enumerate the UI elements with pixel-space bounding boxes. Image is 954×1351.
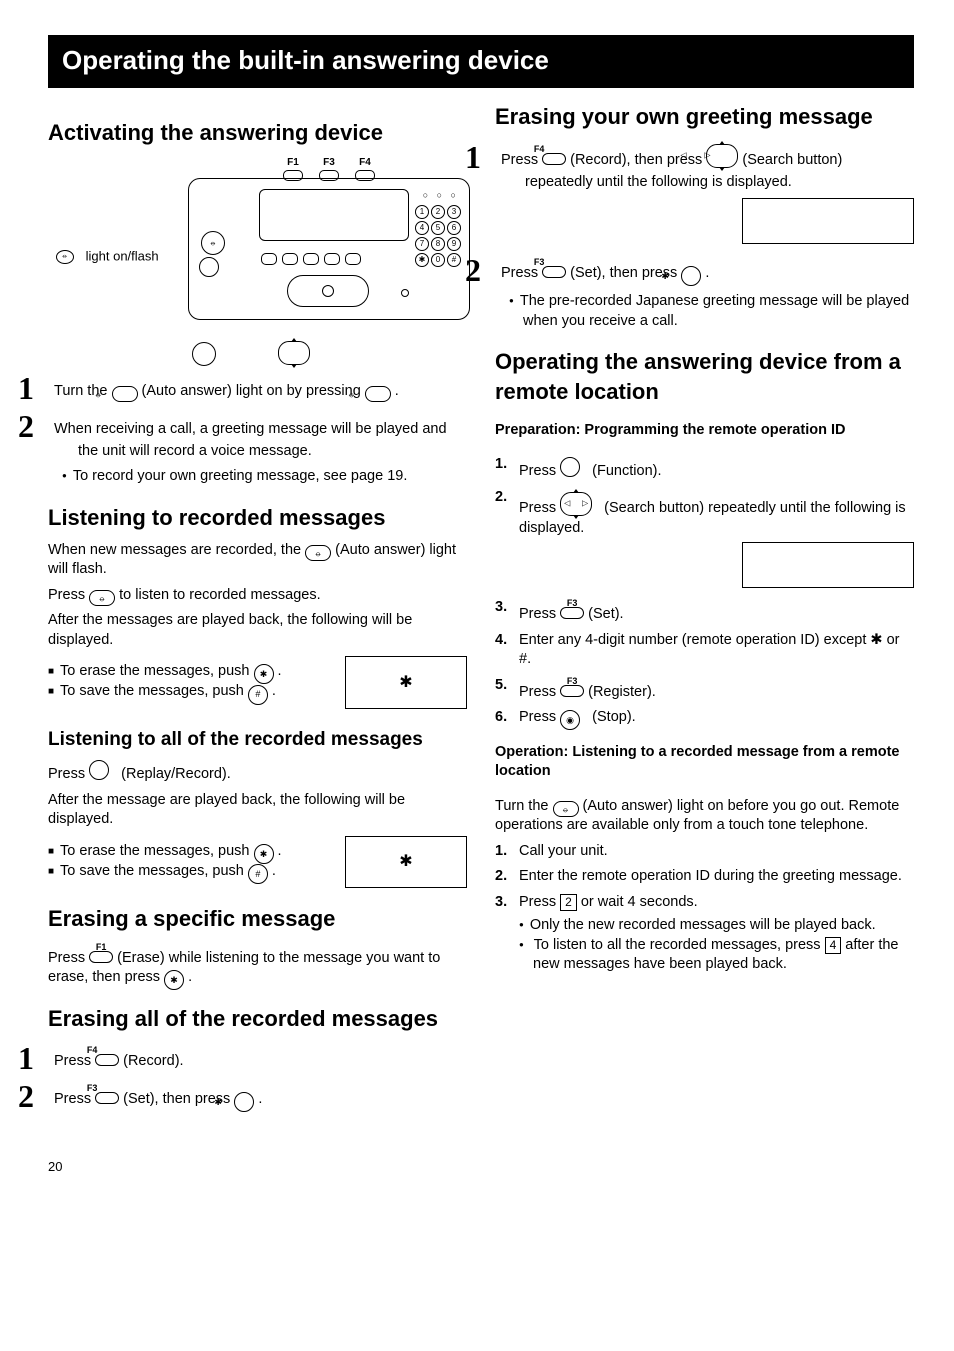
auto-answer-icon: ⦵ [112,386,138,402]
f3-key-icon: F3 [95,1084,119,1107]
star-key-icon: ✱ [254,664,274,684]
activating-notes: To record your own greeting message, see… [48,467,467,487]
heading-activating: Activating the answering device [48,118,467,148]
operation-steps: Call your unit. Enter the remote operati… [495,842,914,975]
listen-all-p2: After the message are played back, the f… [48,791,467,830]
heading-remote: Operating the answering device from a re… [495,347,914,406]
heading-listen-all: Listening to all of the recorded message… [48,727,467,753]
function-button-icon [560,457,580,477]
prep-steps: Press (Function). Press ◁▷ (Search butto… [495,455,914,728]
erase-greeting-step-2: 2Press F3 (Set), then press ✱ . [495,254,914,286]
star-key-icon: ✱ [164,970,184,990]
hash-key-icon: # [248,685,268,705]
f1-key-icon: F1 [89,943,113,966]
stop-button-icon: ◉ [560,710,580,730]
listen-all-actions: To erase the messages, push ✱ . To save … [48,842,337,882]
heading-listening: Listening to recorded messages [48,503,467,533]
listening-p1: When new messages are recorded, the ⦵ (A… [48,541,467,580]
f4-key-icon: F4 [542,145,566,168]
f4-key-icon: F4 [95,1046,119,1069]
display-box: ✱ [345,836,467,888]
listening-actions: To erase the messages, push ✱ . To save … [48,662,337,702]
display-box [742,542,914,588]
device-diagram: F1 F3 F4 ○ ○ ○ 123 456 789 ✱0# ⦵ [48,156,467,366]
auto-answer-icon: ⦵ [365,386,391,402]
activating-step-2: 2When receiving a call, a greeting messa… [48,410,467,462]
right-column: Erasing your own greeting message 1Press… [495,102,914,1118]
operation-intro: Turn the ⦵ (Auto answer) light on before… [495,797,914,836]
page-number: 20 [48,1158,914,1176]
listening-p3: After the messages are played back, the … [48,611,467,650]
heading-erase-greeting: Erasing your own greeting message [495,102,914,132]
f3-key-icon: F3 [542,258,566,281]
erase-all-step-2: 2Press F3 (Set), then press ✱ . [48,1080,467,1112]
prep-subheading: Preparation: Programming the remote oper… [495,421,914,441]
auto-answer-icon: ⦵ [89,590,115,606]
erase-greeting-step-1: 1Press F4 (Record), then press ◁▷ (Searc… [495,140,914,193]
digit-key-4: 4 [825,937,842,954]
left-column: Activating the answering device F1 F3 F4… [48,102,467,1118]
replay-record-icon [89,760,109,780]
star-key-icon: ✱ [681,266,701,286]
hash-key-icon: # [248,864,268,884]
listen-all-p1: Press (Replay/Record). [48,758,467,785]
auto-answer-icon: ⦵ [553,801,579,817]
heading-erase-all: Erasing all of the recorded messages [48,1004,467,1034]
operation-subheading: Operation: Listening to a recorded messa… [495,743,914,782]
display-box: ✱ [345,656,467,708]
erase-one-text: Press F1 (Erase) while listening to the … [48,942,467,989]
erase-all-step-1: 1Press F4 (Record). [48,1042,467,1074]
f3-key-icon: F3 [560,599,584,622]
erase-greeting-notes: The pre-recorded Japanese greeting messa… [495,292,914,331]
listening-p2: Press ⦵ to listen to recorded messages. [48,586,467,606]
display-box [742,198,914,244]
search-button-icon: ◁▷ [560,492,592,516]
star-key-icon: ✱ [254,844,274,864]
search-button-icon: ◁▷ [706,144,738,168]
activating-step-1: 1Turn the ⦵ (Auto answer) light on by pr… [48,372,467,404]
page-title-bar: Operating the built-in answering device [48,35,914,88]
digit-key-2: 2 [560,894,577,911]
f3-key-icon: F3 [560,677,584,700]
heading-erase-one: Erasing a specific message [48,904,467,934]
two-column-layout: Activating the answering device F1 F3 F4… [48,102,914,1118]
auto-answer-icon: ⦵ [305,545,331,561]
star-key-icon: ✱ [234,1092,254,1112]
